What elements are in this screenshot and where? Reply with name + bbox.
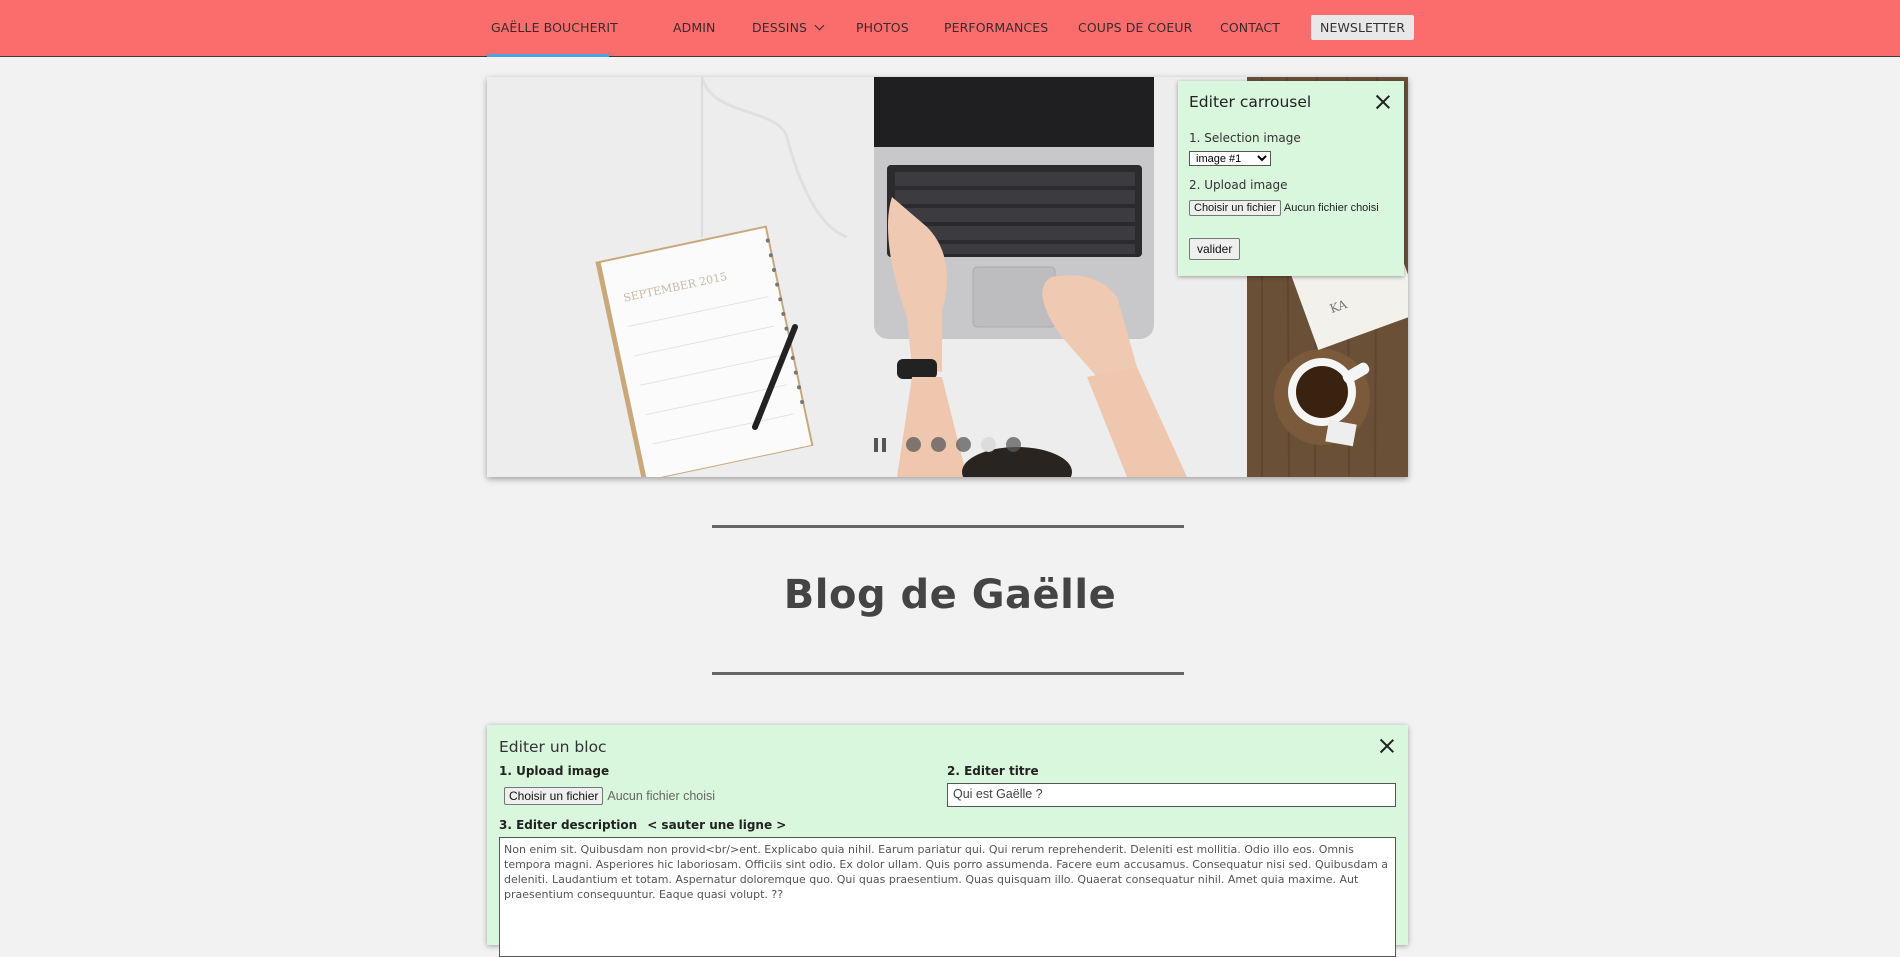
title-divider-top bbox=[712, 525, 1184, 528]
file-status: Aucun fichier choisi bbox=[607, 789, 716, 803]
carousel-controls bbox=[874, 437, 1021, 452]
nav-item-performances[interactable]: PERFORMANCES bbox=[944, 20, 1048, 35]
line-break-hint[interactable]: < sauter une ligne > bbox=[647, 818, 786, 832]
carousel-dot-active[interactable] bbox=[981, 437, 996, 452]
title-divider-bottom bbox=[712, 672, 1184, 675]
nav-item-photos[interactable]: PHOTOS bbox=[856, 20, 909, 35]
carousel-editor-panel: Editer carrousel 1. Selection image imag… bbox=[1178, 81, 1404, 276]
nav-item-admin[interactable]: ADMIN bbox=[673, 20, 716, 35]
image-select[interactable]: image #1 bbox=[1189, 151, 1271, 166]
edit-title-label: 2. Editer titre bbox=[947, 764, 1039, 778]
nav-item-contact[interactable]: CONTACT bbox=[1220, 20, 1280, 35]
close-icon[interactable] bbox=[1374, 93, 1392, 111]
carousel-dot[interactable] bbox=[906, 437, 921, 452]
upload-image-label: 1. Upload image bbox=[499, 764, 610, 778]
nav-item-dessins[interactable]: DESSINS bbox=[752, 20, 825, 35]
bloc-editor-panel: Editer un bloc 1. Upload image Choisir u… bbox=[487, 725, 1408, 957]
newsletter-button[interactable]: NEWSLETTER bbox=[1311, 15, 1415, 40]
carousel-editor-title: Editer carrousel bbox=[1189, 93, 1312, 111]
file-status: Aucun fichier choisi bbox=[1283, 202, 1379, 214]
top-navbar: GAËLLE BOUCHERIT ADMIN DESSINS PHOTOS PE… bbox=[0, 0, 1900, 57]
choose-file-button[interactable]: Choisir un fichier bbox=[1189, 200, 1281, 216]
edit-description-label-text: 3. Editer description bbox=[499, 818, 638, 832]
bloc-editor-title: Editer un bloc bbox=[499, 738, 607, 756]
carousel-dot[interactable] bbox=[956, 437, 971, 452]
selection-image-label: 1. Selection image bbox=[1189, 131, 1301, 145]
choose-file-button[interactable]: Choisir un fichier bbox=[504, 787, 604, 805]
description-textarea[interactable]: Non enim sit. Quibusdam non provid<br/>e… bbox=[499, 837, 1396, 957]
valider-button[interactable]: valider bbox=[1189, 238, 1241, 260]
carousel-dot[interactable] bbox=[931, 437, 946, 452]
chevron-down-icon bbox=[814, 20, 825, 31]
nav-item-dessins-label: DESSINS bbox=[752, 20, 808, 35]
pause-icon[interactable] bbox=[874, 437, 888, 452]
nav-active-underline bbox=[487, 54, 609, 57]
edit-description-label: 3. Editer description < sauter une ligne … bbox=[499, 818, 786, 832]
title-input[interactable]: Qui est Gaëlle ? bbox=[947, 783, 1396, 807]
page-title: Blog de Gaëlle bbox=[783, 572, 1117, 618]
nav-item-coups-de-coeur[interactable]: COUPS DE COEUR bbox=[1078, 20, 1192, 35]
carousel-dot[interactable] bbox=[1006, 437, 1021, 452]
close-icon[interactable] bbox=[1378, 737, 1396, 755]
upload-image-label: 2. Upload image bbox=[1189, 178, 1288, 192]
nav-brand[interactable]: GAËLLE BOUCHERIT bbox=[491, 20, 618, 35]
